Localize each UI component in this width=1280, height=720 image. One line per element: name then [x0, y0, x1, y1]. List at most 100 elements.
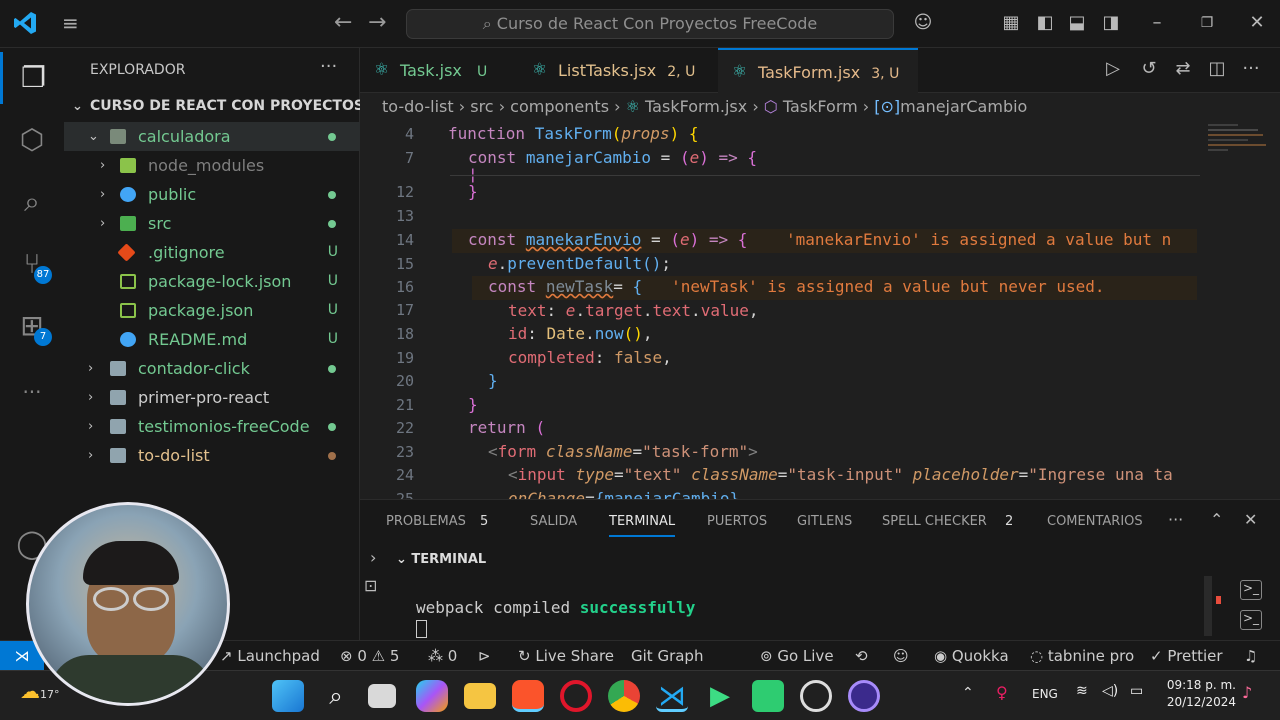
copilot-status-icon[interactable]: ☺: [893, 641, 909, 671]
source-control-icon[interactable]: ⑂ 87: [0, 238, 64, 290]
search-icon[interactable]: ⌕: [0, 176, 64, 228]
tree-item-node-modules[interactable]: › node_modules: [64, 151, 360, 180]
terminal-scrollbar[interactable]: [1204, 576, 1212, 636]
chrome-icon[interactable]: [608, 680, 640, 712]
tab-listtasks[interactable]: ⚛ ListTasks.jsx 2, U: [518, 48, 714, 93]
go-live-item[interactable]: ⊚ Go Live: [760, 641, 834, 671]
more-icon[interactable]: ···: [0, 366, 64, 418]
extensions-hex-icon[interactable]: ⬡: [0, 114, 64, 166]
toggle-sidebar-icon[interactable]: ◧: [1034, 12, 1056, 34]
compare-icon[interactable]: ⇄: [1172, 58, 1194, 80]
vscode-taskbar-icon[interactable]: ⋊: [656, 680, 688, 712]
tab-problems[interactable]: PROBLEMAS 5: [386, 514, 488, 529]
obs-icon[interactable]: [800, 680, 832, 712]
terminal-app-icon[interactable]: ▶: [704, 680, 736, 712]
terminal-section[interactable]: ⌄ TERMINAL: [396, 552, 486, 567]
wifi-icon[interactable]: ≋: [1076, 683, 1088, 699]
tab-terminal[interactable]: TERMINAL: [609, 514, 676, 537]
forward-arrow-icon[interactable]: →: [368, 10, 386, 35]
split-editor-icon[interactable]: ◫: [1206, 58, 1228, 80]
tabnine-item[interactable]: ◌ tabnine pro: [1030, 641, 1134, 671]
ports-status[interactable]: ⁂ 0: [428, 641, 457, 671]
restore-icon[interactable]: ❐: [1196, 12, 1218, 34]
tree-item-contador-click[interactable]: › contador-click: [64, 354, 360, 383]
volume-icon[interactable]: ◁): [1102, 683, 1118, 699]
battery-icon[interactable]: ▭: [1130, 683, 1143, 699]
tree-item-to-do-list[interactable]: › to-do-list: [64, 441, 360, 470]
tab-spell-checker[interactable]: SPELL CHECKER 2: [882, 514, 1013, 529]
quokka-item[interactable]: ◉ Quokka: [934, 641, 1009, 671]
input-language[interactable]: ENG: [1032, 687, 1058, 701]
crumb-symbol[interactable]: manejarCambio: [900, 97, 1027, 116]
history-icon[interactable]: ↺: [1138, 58, 1160, 80]
menu-icon[interactable]: ≡: [62, 13, 82, 33]
crumb-folder[interactable]: components: [510, 97, 609, 116]
command-center-search[interactable]: ⌕ Curso de React Con Proyectos FreeCode: [406, 9, 894, 39]
bell-icon[interactable]: ♫: [1244, 641, 1257, 671]
terminal-instance-icon[interactable]: >_: [1240, 580, 1262, 600]
launchpad-item[interactable]: ↗ Launchpad: [220, 641, 320, 671]
tree-item-package-lock[interactable]: package-lock.json U: [64, 267, 360, 296]
toggle-panel-icon[interactable]: ⬓: [1066, 12, 1088, 34]
more-actions-icon[interactable]: ···: [1240, 58, 1262, 80]
tree-item-public[interactable]: › public: [64, 180, 360, 209]
tab-taskform[interactable]: ⚛ TaskForm.jsx 3, U ✕: [718, 48, 918, 129]
clock[interactable]: 09:18 p. m. 20/12/2024: [1162, 677, 1236, 711]
search-icon[interactable]: ⌕: [320, 680, 352, 712]
tab-comments[interactable]: COMENTARIOS: [1047, 514, 1143, 529]
terminal-output[interactable]: webpack compiled successfully: [416, 598, 695, 617]
task-view-icon[interactable]: [368, 684, 396, 708]
crumb-file[interactable]: TaskForm.jsx: [645, 97, 747, 116]
tray-overflow-icon[interactable]: ⌃: [962, 685, 974, 701]
tree-item-testimonios[interactable]: › testimonios-freeCode: [64, 412, 360, 441]
git-graph-item[interactable]: Git Graph: [631, 641, 703, 671]
terminal-instance-icon[interactable]: >_: [1240, 610, 1262, 630]
toggle-secondary-sidebar-icon[interactable]: ◨: [1100, 12, 1122, 34]
crumb-folder[interactable]: src: [470, 97, 493, 116]
code-editor[interactable]: 4 7 12 13 14 15 16 17 18 19 20 21 22 23 …: [360, 121, 1280, 499]
sync-icon[interactable]: ⟲: [855, 641, 868, 671]
copilot-app-icon[interactable]: [416, 680, 448, 712]
tab-ports[interactable]: PUERTOS: [707, 514, 767, 529]
tab-output[interactable]: SALIDA: [530, 514, 577, 529]
brave-browser-icon[interactable]: [512, 680, 544, 712]
tree-item-readme[interactable]: README.md U: [64, 325, 360, 354]
extensions-icon[interactable]: ⊞ 7: [0, 300, 64, 352]
tab-gitlens[interactable]: GITLENS: [797, 514, 852, 529]
prettier-item[interactable]: ✓ Prettier: [1150, 641, 1223, 671]
tree-item-src[interactable]: › src: [64, 209, 360, 238]
close-window-icon[interactable]: ✕: [1246, 12, 1268, 34]
terminal-toggle-icon[interactable]: ⊡: [364, 576, 377, 595]
live-share-item[interactable]: ↻ Live Share: [518, 641, 614, 671]
debug-icon[interactable]: ⊳: [478, 641, 491, 671]
file-explorer-icon[interactable]: [464, 683, 496, 709]
back-arrow-icon[interactable]: ←: [334, 10, 352, 35]
maximize-panel-icon[interactable]: ⌃: [1210, 510, 1223, 529]
explorer-icon[interactable]: ❐: [0, 52, 64, 104]
tree-item-calculadora[interactable]: ⌄ calculadora: [64, 122, 360, 151]
close-panel-icon[interactable]: ✕: [1244, 510, 1257, 529]
windows-start-icon[interactable]: [272, 680, 304, 712]
chevron-right-icon[interactable]: ›: [370, 548, 376, 567]
explorer-more-icon[interactable]: ···: [320, 56, 337, 77]
minimap[interactable]: [1202, 121, 1272, 181]
notes-app-icon[interactable]: [752, 680, 784, 712]
microphone-icon[interactable]: ♀: [996, 683, 1008, 702]
copilot-icon[interactable]: ☺: [912, 12, 934, 34]
problems-status[interactable]: ⊗ 0 ⚠ 5: [340, 641, 399, 671]
notification-bell-icon[interactable]: ♪: [1242, 683, 1252, 702]
recorder-app-icon[interactable]: [848, 680, 880, 712]
workspace-root[interactable]: ⌄ CURSO DE REACT CON PROYECTOS F...: [64, 92, 392, 121]
crumb-folder[interactable]: to-do-list: [382, 97, 454, 116]
crumb-symbol[interactable]: TaskForm: [783, 97, 858, 116]
terminal-text: webpack compiled: [416, 598, 580, 617]
minimize-icon[interactable]: –: [1146, 12, 1168, 34]
tree-item-primer-pro-react[interactable]: › primer-pro-react: [64, 383, 360, 412]
tab-task[interactable]: ⚛ Task.jsx U: [360, 48, 510, 93]
run-icon[interactable]: ▷: [1102, 58, 1124, 80]
customize-layout-icon[interactable]: ▦: [1000, 12, 1022, 34]
tree-item-package[interactable]: package.json U: [64, 296, 360, 325]
panel-more-icon[interactable]: ···: [1168, 510, 1183, 529]
opera-icon[interactable]: [560, 680, 592, 712]
tree-item-gitignore[interactable]: .gitignore U: [64, 238, 360, 267]
